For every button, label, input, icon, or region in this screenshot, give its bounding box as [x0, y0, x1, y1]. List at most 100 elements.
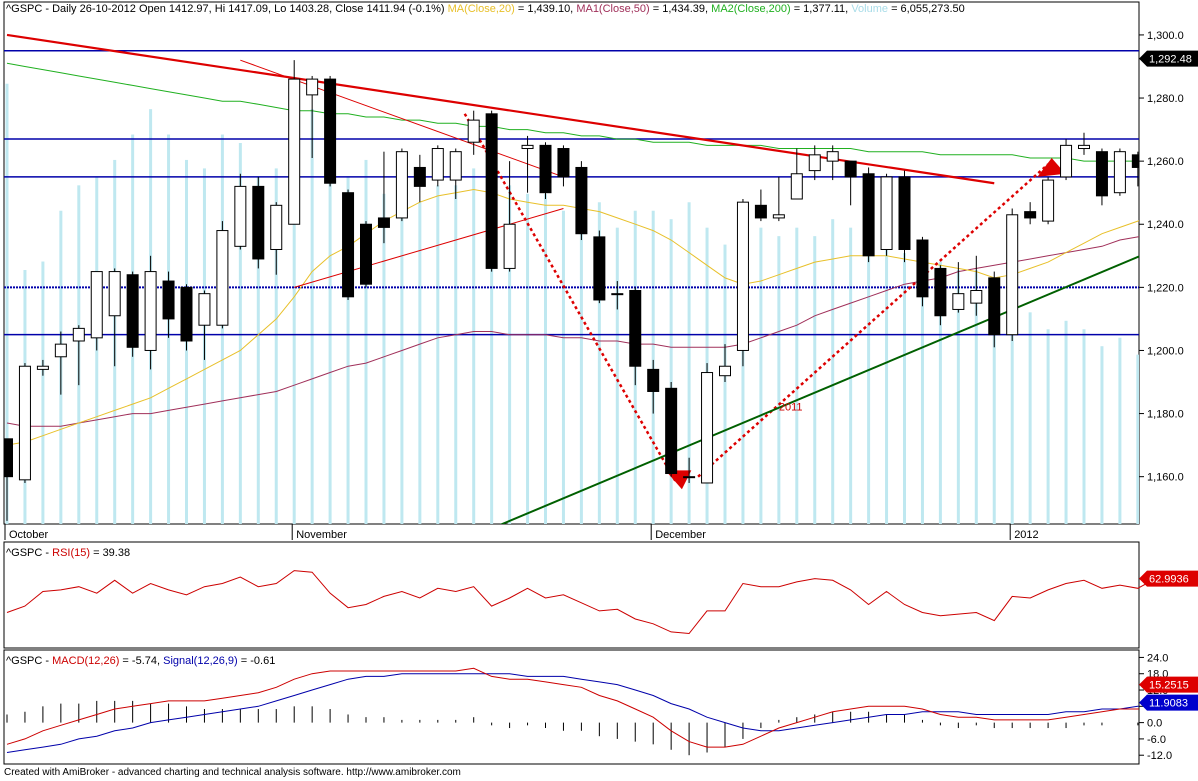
price-axis-label: 1,240.0 — [1147, 219, 1184, 231]
candle-down — [593, 236, 606, 301]
volume-bar — [669, 219, 673, 524]
volume-bar — [364, 159, 368, 524]
price-axis-label: 1,180.0 — [1147, 409, 1184, 421]
price-axis-label: 1,280.0 — [1147, 93, 1184, 105]
candle-up — [521, 144, 534, 150]
candle-up — [1186, 95, 1197, 98]
volume-bar — [831, 219, 835, 524]
candle-up — [108, 271, 121, 317]
volume-bar — [544, 193, 547, 524]
candle-down — [539, 144, 552, 194]
footer-credit: Created with AmiBroker - advanced charti… — [4, 767, 461, 778]
candle-up — [288, 78, 301, 225]
volume-bar — [472, 168, 476, 524]
rsi-last-label: 62.9936 — [1149, 574, 1189, 586]
volume-bar — [759, 227, 763, 524]
candle-down — [916, 239, 929, 298]
candle-down — [988, 277, 1001, 336]
macd-header-segment: = -0.61 — [238, 655, 276, 667]
header-segment: ^GSPC - Daily 26-10-2012 Open 1412.97, H… — [6, 3, 445, 15]
header-segment: MA1(Close,50) — [576, 3, 649, 15]
candle-down — [485, 113, 498, 269]
volume-bar — [220, 134, 224, 524]
candle-up — [270, 204, 283, 250]
candle-up — [683, 476, 696, 479]
volume-bar — [777, 236, 781, 524]
candle-up — [1060, 144, 1073, 178]
price-header: ^GSPC - Daily 26-10-2012 Open 1412.97, H… — [6, 3, 965, 15]
macd-axis-label: 0.0 — [1147, 718, 1162, 730]
x-axis-label: November — [296, 529, 347, 541]
price-axis-label: 1,220.0 — [1147, 282, 1184, 294]
macd-header: ^GSPC - MACD(12,26) = -5.74, Signal(12,2… — [6, 655, 275, 667]
volume-bar — [454, 185, 458, 524]
candle-down — [665, 387, 678, 475]
candle-up — [306, 78, 319, 96]
candle-down — [647, 368, 660, 392]
rsi-header: ^GSPC - RSI(15) = 39.38 — [6, 547, 130, 559]
x-axis-label: October — [9, 529, 48, 541]
candle-down — [180, 286, 193, 342]
volume-bar — [1100, 346, 1104, 524]
volume-bar — [41, 261, 45, 524]
price-axis-label: 1,300.0 — [1147, 30, 1184, 42]
rsi-header-segment: ^GSPC - — [6, 547, 52, 559]
volume-bar — [1064, 320, 1068, 524]
candle-down — [862, 173, 875, 257]
candle-down — [844, 160, 857, 178]
signal-last-label: 11.9083 — [1149, 698, 1188, 710]
candle-up — [952, 293, 965, 310]
x-axis-label: 2012 — [1014, 529, 1038, 541]
candle-down — [4, 438, 13, 478]
volume-bar — [849, 227, 853, 524]
candle-down — [252, 185, 265, 260]
candle-up — [395, 151, 408, 219]
volume-bar — [310, 109, 314, 524]
candle-up — [1006, 214, 1019, 336]
volume-bar — [436, 185, 440, 524]
candle-down — [629, 290, 642, 367]
candle-up — [719, 365, 731, 377]
candle-up — [1042, 179, 1055, 222]
candle-up — [90, 271, 103, 339]
candle-down — [754, 204, 767, 219]
macd-axis-label: 24.0 — [1147, 652, 1168, 664]
macd-header-segment: = -5.74, — [119, 655, 163, 667]
macd-header-segment: Signal(12,26,9) — [163, 655, 238, 667]
header-segment: MA2(Close,200) — [711, 3, 790, 15]
candle-up — [736, 201, 749, 351]
volume-bar — [328, 168, 332, 524]
candle-up — [1113, 151, 1126, 194]
candle-down — [413, 166, 426, 187]
candle-down — [377, 217, 390, 228]
volume-bar — [1046, 329, 1050, 524]
candle-down — [898, 176, 911, 250]
candle-up — [216, 230, 229, 326]
macd-panel-frame — [3, 649, 1140, 765]
candle-down — [1095, 151, 1108, 197]
rsi-header-segment: = 39.38 — [90, 547, 130, 559]
header-segment: = 1,439.10, — [515, 3, 573, 15]
rsi-header-segment: RSI(15) — [52, 547, 90, 559]
annotation-year: 2011 — [779, 401, 803, 413]
candle-down — [1024, 211, 1037, 219]
candle-down — [934, 267, 947, 317]
volume-bar — [867, 227, 871, 524]
candle-up — [772, 214, 785, 219]
candle-up — [970, 290, 983, 304]
last-price-label: 1,292.48 — [1149, 54, 1192, 66]
candle-up — [790, 173, 803, 200]
amibroker-chart: 2011 1,160.0 1,180.0 1,200.0 1,220.0 1,240.0 1… — [3, 1, 1198, 765]
candle-up — [826, 151, 839, 162]
volume-bar — [813, 236, 817, 524]
candle-up — [144, 271, 157, 351]
candle-up — [36, 365, 49, 370]
candle-up — [449, 151, 462, 181]
rsi-panel-frame — [3, 541, 1140, 649]
candle-down — [162, 280, 175, 320]
candle-up — [18, 365, 31, 481]
volume-bar — [526, 193, 530, 524]
price-axis-label: 1,160.0 — [1147, 472, 1184, 484]
candle-down — [126, 274, 139, 348]
volume-bar — [561, 210, 565, 524]
